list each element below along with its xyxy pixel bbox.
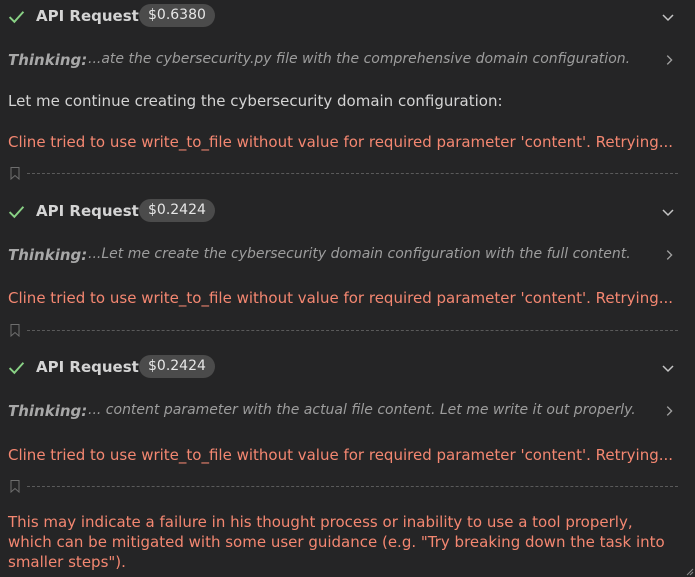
api-request-header-2[interactable]: API Request $0.2424 — [0, 196, 695, 226]
error-message-3: Cline tried to use write_to_file without… — [8, 446, 674, 464]
cost-badge: $0.2424 — [139, 199, 215, 222]
error-message-1: Cline tried to use write_to_file without… — [8, 133, 674, 151]
bookmark-icon[interactable] — [10, 324, 20, 337]
error-message-2: Cline tried to use write_to_file without… — [8, 289, 674, 307]
api-request-title: API Request — [36, 358, 139, 376]
chevron-down-icon[interactable] — [660, 204, 676, 220]
cost-badge: $0.2424 — [139, 355, 215, 378]
thinking-row-3[interactable]: Thinking: ... content parameter with the… — [0, 400, 695, 422]
chat-panel: API Request $0.6380 Thinking: ...ate the… — [0, 0, 695, 577]
api-request-title: API Request — [36, 7, 139, 25]
check-icon — [8, 206, 25, 219]
checkpoint-divider-2 — [0, 323, 695, 339]
thinking-text: ...Let me create the cybersecurity domai… — [88, 246, 631, 262]
checkpoint-divider-1 — [0, 166, 695, 182]
divider-line — [27, 486, 678, 487]
chevron-down-icon[interactable] — [660, 9, 676, 25]
check-icon — [8, 11, 25, 24]
chevron-right-icon[interactable] — [662, 404, 676, 418]
resize-grip-icon[interactable] — [684, 566, 694, 576]
chevron-right-icon[interactable] — [662, 53, 676, 67]
thinking-row-2[interactable]: Thinking: ...Let me create the cybersecu… — [0, 244, 695, 266]
thinking-label: Thinking: — [8, 246, 88, 264]
bookmark-icon[interactable] — [10, 480, 20, 493]
chevron-down-icon[interactable] — [660, 360, 676, 376]
thinking-label: Thinking: — [8, 51, 88, 69]
api-request-header-1[interactable]: API Request $0.6380 — [0, 1, 695, 31]
api-request-title: API Request — [36, 202, 139, 220]
thinking-text: ...ate the cybersecurity.py file with th… — [88, 51, 631, 67]
checkpoint-divider-3 — [0, 479, 695, 495]
cost-badge: $0.6380 — [139, 4, 215, 27]
thinking-row-1[interactable]: Thinking: ...ate the cybersecurity.py fi… — [0, 49, 695, 71]
mistake-warning-text: This may indicate a failure in his thoug… — [8, 513, 665, 571]
api-request-header-3[interactable]: API Request $0.2424 — [0, 352, 695, 382]
thinking-text: ... content parameter with the actual fi… — [88, 402, 636, 418]
chevron-right-icon[interactable] — [662, 248, 676, 262]
assistant-message: Let me continue creating the cybersecuri… — [8, 92, 503, 110]
check-icon — [8, 362, 25, 375]
bookmark-icon[interactable] — [10, 167, 20, 180]
thinking-label: Thinking: — [8, 402, 88, 420]
divider-line — [27, 330, 678, 331]
divider-line — [27, 173, 678, 174]
